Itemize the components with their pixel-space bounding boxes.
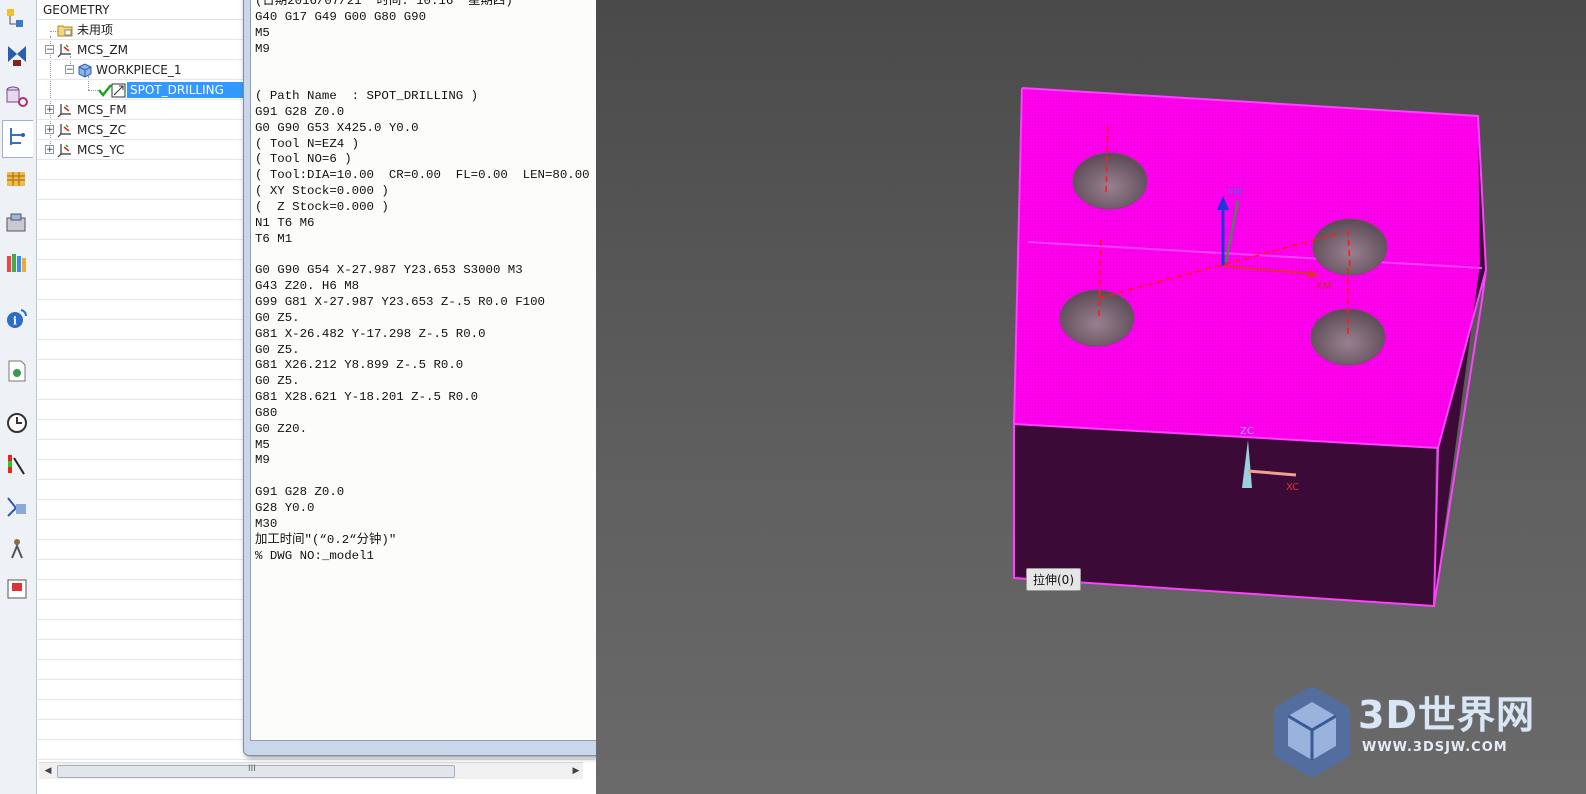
watermark-logo: 3D世界网 WWW.3DSJW.COM xyxy=(1270,680,1570,790)
machine-tool-navigator-icon[interactable] xyxy=(4,42,30,68)
graphics-viewport[interactable]: YM XM ZC XC 拉伸(0) 3D世界网 WWW.3DSJW.COM xyxy=(596,0,1586,794)
tree-item-label-selected: SPOT_DRILLING xyxy=(127,82,244,98)
mcs-coordinate-icon xyxy=(57,122,73,138)
axis-label-ym: YM xyxy=(1227,187,1243,198)
spot-drilling-operation-icon xyxy=(111,82,127,98)
axis-label-zc: ZC xyxy=(1240,426,1254,437)
watermark-url: WWW.3DSJW.COM xyxy=(1362,740,1508,755)
tree-item-label: MCS_FM xyxy=(77,103,127,117)
scroll-grip: III xyxy=(248,764,256,774)
cube-logo-icon xyxy=(1274,686,1350,778)
tree-item-label: MCS_ZC xyxy=(77,123,126,137)
roles-icon[interactable] xyxy=(4,576,30,602)
scroll-right-icon[interactable]: ▶ xyxy=(569,763,583,779)
collapse-toggle-icon[interactable]: − xyxy=(65,65,74,75)
expand-toggle-icon[interactable]: + xyxy=(45,145,54,155)
drill-hole xyxy=(1310,308,1386,366)
operation-navigator-icon[interactable] xyxy=(4,6,30,32)
scrollbar-thumb[interactable]: III xyxy=(57,764,455,778)
geometry-view-icon[interactable] xyxy=(2,120,33,158)
scroll-left-icon[interactable]: ◀ xyxy=(41,763,55,779)
process-studio-icon[interactable] xyxy=(4,494,30,520)
web-browser-icon[interactable] xyxy=(4,250,30,276)
part-navigator-icon[interactable] xyxy=(4,84,30,110)
mcs-coordinate-icon xyxy=(57,42,73,58)
tree-item-label: 未用项 xyxy=(77,23,114,37)
axis-label-xc: XC xyxy=(1286,482,1299,493)
drill-hole xyxy=(1072,152,1148,210)
watermark-brand: 3D世界网 xyxy=(1358,693,1535,737)
drill-hole xyxy=(1312,218,1388,276)
expand-toggle-icon[interactable]: + xyxy=(45,125,54,135)
unused-folder-icon xyxy=(57,22,73,38)
tree-item-label: WORKPIECE_1 xyxy=(96,63,182,77)
history-clock-icon[interactable] xyxy=(4,410,30,436)
information-icon[interactable]: i xyxy=(4,306,30,332)
hd3d-tools-icon[interactable] xyxy=(4,210,30,236)
history-document-icon[interactable] xyxy=(4,358,30,384)
horizontal-scrollbar[interactable]: ◀ III ▶ xyxy=(39,762,583,779)
workpiece-cube-icon xyxy=(77,62,93,78)
part-model: YM XM ZC XC xyxy=(1013,87,1487,608)
extrude-tooltip: 拉伸(0) xyxy=(1026,568,1081,591)
system-materials-icon[interactable] xyxy=(4,452,30,478)
collapse-toggle-icon[interactable]: − xyxy=(45,45,54,55)
resource-toolbar: i xyxy=(0,0,37,794)
drill-hole xyxy=(1059,289,1135,347)
axis-label-xm: XM xyxy=(1316,281,1331,292)
expand-toggle-icon[interactable]: + xyxy=(45,105,54,115)
manufacturing-wizard-icon[interactable] xyxy=(4,536,30,562)
tree-item-label: MCS_ZM xyxy=(77,43,128,57)
tree-item-label: MCS_YC xyxy=(77,143,125,157)
svg-text:i: i xyxy=(13,315,17,328)
reuse-library-icon[interactable] xyxy=(4,166,30,192)
mcs-coordinate-icon xyxy=(57,142,73,158)
mcs-coordinate-icon xyxy=(57,102,73,118)
